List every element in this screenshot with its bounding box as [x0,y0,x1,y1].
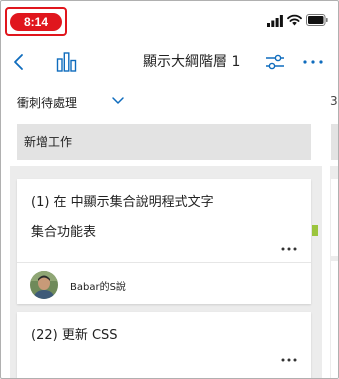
filter-icon[interactable] [265,52,285,72]
wifi-icon [287,14,302,26]
task-title-line: 集合功能表 [31,225,97,240]
label-tag [312,225,318,236]
task-card[interactable]: (1) 在 中顯示集合說明程式文字 集合功能表 Babar的S說 [17,179,311,304]
assignee-name: Babar的S說 [70,282,126,293]
next-bucket-card[interactable] [331,261,338,378]
next-bucket-card[interactable] [331,179,338,256]
status-bar: 8:14 [1,1,338,41]
add-task-button[interactable]: 新增工作 [17,124,311,160]
phone-screen: 8:14 顯示大綱階層 1 衝刺待處理 3 新增工作 (1) 在 中顯示集合說明… [0,0,339,379]
battery-icon [306,14,328,26]
task-card[interactable]: (22) 更新 CSS [17,312,311,378]
page-title: 顯示大綱階層 1 [143,54,241,70]
more-icon[interactable] [281,247,297,251]
bucket-name[interactable]: 衝刺待處理 [17,94,77,111]
next-bucket-add-task[interactable] [331,124,338,160]
cellular-signal-icon [267,15,283,27]
status-time: 8:14 [10,13,62,31]
next-bucket-label[interactable]: 3 [330,94,338,108]
back-icon[interactable] [12,53,26,71]
task-title: (1) 在 中顯示集合說明程式文字 集合功能表 [31,188,281,248]
chevron-down-icon[interactable] [111,96,125,106]
task-title: (22) 更新 CSS [31,321,281,351]
card-divider [17,262,311,263]
task-title-line: (22) 更新 CSS [31,328,118,343]
nav-bar: 顯示大綱階層 1 [1,45,338,79]
more-icon[interactable] [281,358,297,362]
chart-icon[interactable] [56,51,77,72]
task-title-line: (1) 在 中顯示集合說明程式文字 [31,195,214,210]
more-icon[interactable] [302,59,324,65]
avatar [30,271,58,299]
